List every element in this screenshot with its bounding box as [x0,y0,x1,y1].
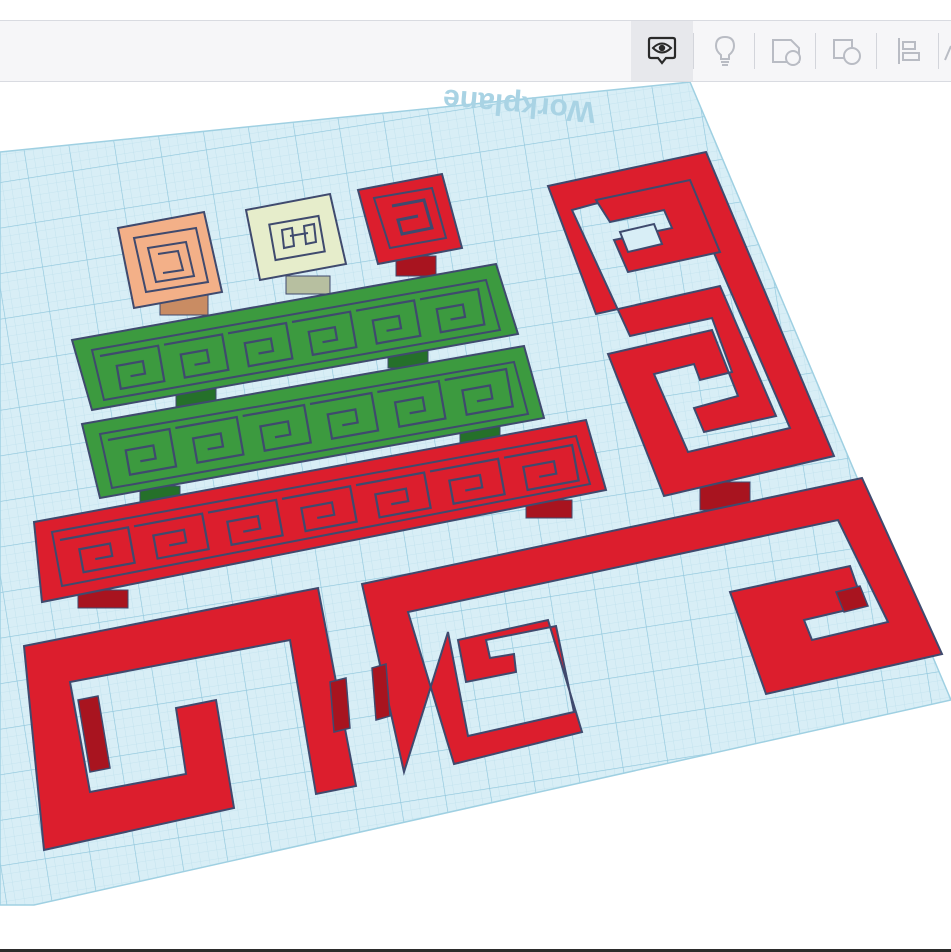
ruler-icon [944,45,951,61]
ruler-button[interactable] [939,21,951,81]
top-strip [0,0,951,20]
note-icon [772,39,801,66]
lightbulb-icon [714,35,736,66]
lightbulb-button[interactable] [694,21,756,81]
show-all-icon [647,36,677,65]
orange-spiral-tile[interactable] [116,210,224,316]
note-button[interactable] [755,21,817,81]
align-button[interactable] [877,21,939,81]
shape-combine-button[interactable] [816,21,878,81]
align-icon [898,38,920,64]
shape-combine-icon [833,39,861,65]
show-all-button[interactable] [631,21,693,81]
workplane-scene[interactable]: Workplane [0,82,951,952]
toolbar [0,20,951,82]
3d-viewport[interactable]: Workplane [0,82,951,952]
